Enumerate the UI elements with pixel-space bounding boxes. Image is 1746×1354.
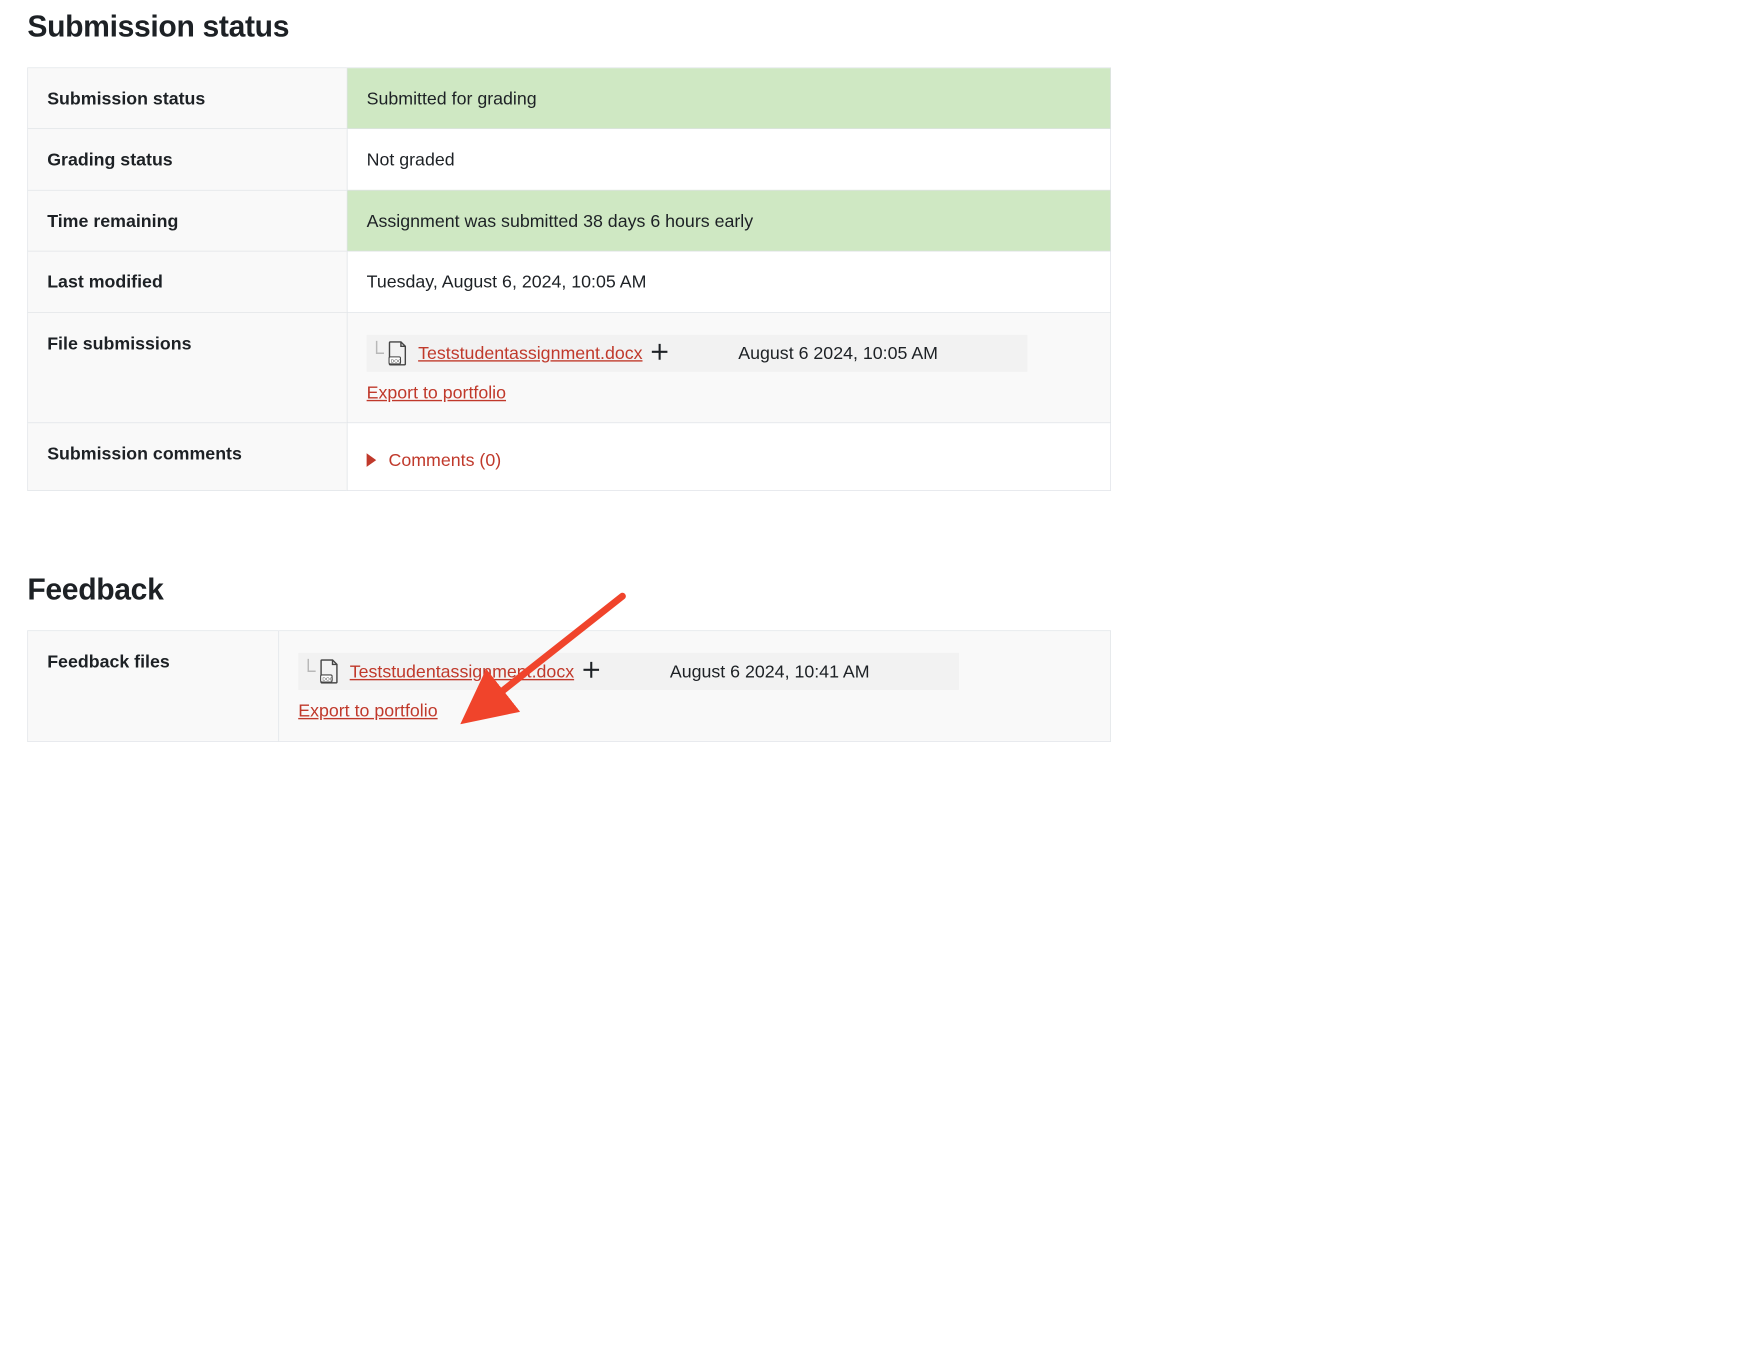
plus-icon[interactable]: ＋ [649,339,670,368]
feedback-file-row: └ DOC Teststudentassignment.docx ＋ Augus… [298,653,959,690]
submission-status-table: Submission status Submitted for grading … [27,67,1110,491]
svg-text:DOC: DOC [391,358,402,364]
row-value-last-modified: Tuesday, August 6, 2024, 10:05 AM [347,251,1110,312]
document-icon: DOC [318,659,340,684]
caret-right-icon [367,453,377,467]
comments-toggle[interactable]: Comments (0) [367,448,1091,473]
row-label-grading-status: Grading status [28,129,347,190]
submission-file-link[interactable]: Teststudentassignment.docx [418,341,642,366]
submission-file-row: └ DOC Teststudentassignment.docx ＋ Augus… [367,335,1028,372]
feedback-export-to-portfolio-link[interactable]: Export to portfolio [298,698,437,723]
feedback-file-link[interactable]: Teststudentassignment.docx [350,659,574,684]
row-value-submission-status: Submitted for grading [347,68,1110,129]
feedback-file-timestamp: August 6 2024, 10:41 AM [670,659,870,684]
row-label-last-modified: Last modified [28,251,347,312]
plus-icon[interactable]: ＋ [581,657,602,686]
tree-branch-icon: └ [369,339,384,368]
row-label-feedback-files: Feedback files [28,631,279,741]
feedback-table: Feedback files └ DOC Teststudentassignme… [27,631,1110,742]
row-label-file-submissions: File submissions [28,312,347,422]
row-value-file-submissions: └ DOC Teststudentassignment.docx ＋ Augus… [347,312,1110,422]
svg-text:DOC: DOC [323,677,334,683]
comments-toggle-label: Comments (0) [389,448,502,473]
submission-file-timestamp: August 6 2024, 10:05 AM [738,341,938,366]
export-to-portfolio-link[interactable]: Export to portfolio [367,380,506,405]
tree-branch-icon: └ [301,657,316,686]
row-value-feedback-files: └ DOC Teststudentassignment.docx ＋ Augus… [279,631,1111,741]
row-label-submission-comments: Submission comments [28,423,347,491]
submission-status-heading: Submission status [27,10,1167,44]
document-icon: DOC [387,341,409,366]
row-value-time-remaining: Assignment was submitted 38 days 6 hours… [347,190,1110,251]
row-label-submission-status: Submission status [28,68,347,129]
row-value-grading-status: Not graded [347,129,1110,190]
feedback-heading: Feedback [27,573,1167,607]
row-label-time-remaining: Time remaining [28,190,347,251]
row-value-submission-comments: Comments (0) [347,423,1110,491]
